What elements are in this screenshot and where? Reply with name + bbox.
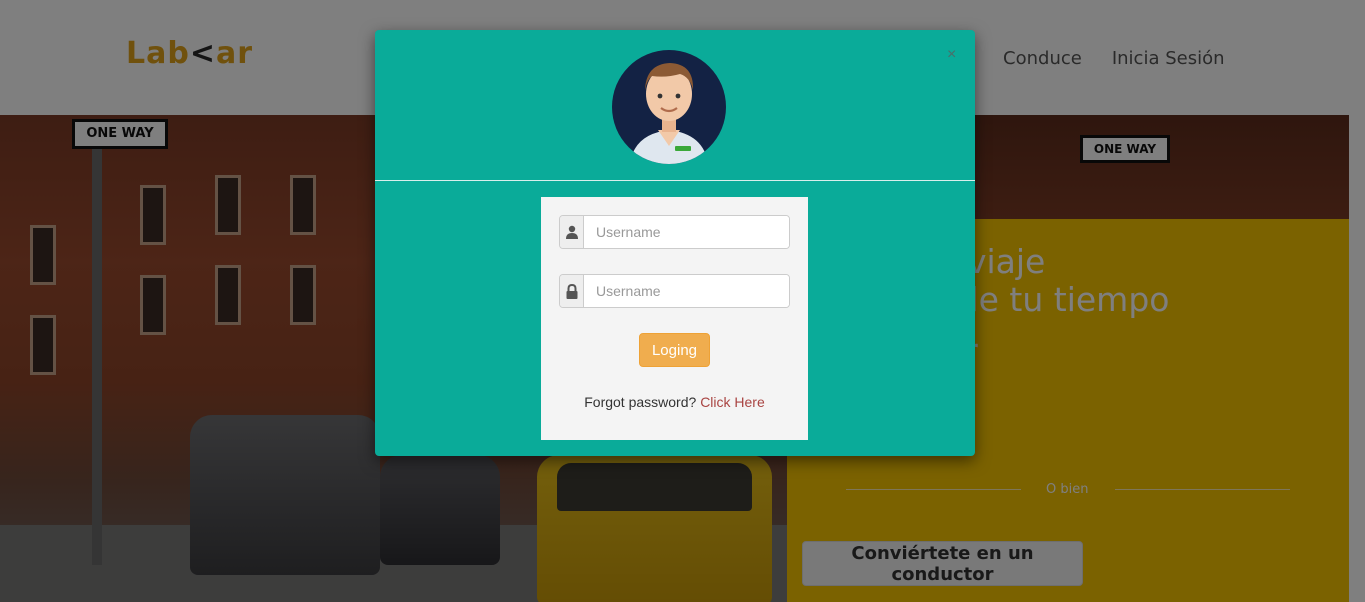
- login-button[interactable]: Loging: [639, 333, 710, 367]
- username-input[interactable]: [584, 216, 789, 248]
- modal-divider: [375, 180, 975, 181]
- forgot-password: Forgot password? Click Here: [541, 394, 808, 410]
- driver-avatar-icon: [612, 50, 726, 164]
- login-form: Loging Forgot password? Click Here: [541, 197, 808, 440]
- password-input[interactable]: [584, 275, 789, 307]
- lock-icon: [560, 275, 584, 307]
- forgot-text: Forgot password?: [584, 394, 697, 410]
- user-icon: [560, 216, 584, 248]
- click-here-link[interactable]: Click Here: [700, 394, 765, 410]
- close-button[interactable]: ×: [947, 46, 956, 64]
- password-group: [559, 274, 790, 308]
- username-group: [559, 215, 790, 249]
- login-modal: × Loging: [375, 30, 975, 456]
